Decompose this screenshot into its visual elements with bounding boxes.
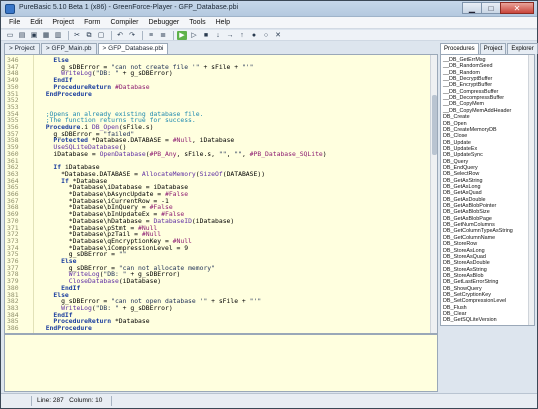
kill-icon[interactable]: ✕	[273, 31, 283, 40]
toolbar-separator	[173, 30, 174, 40]
new-file-icon[interactable]: ▭	[5, 31, 15, 40]
status-separator	[111, 396, 112, 406]
redo-icon[interactable]: ↷	[127, 31, 137, 40]
code-editor[interactable]: 346 Else 347 g_sDBError = "can not create…	[4, 54, 438, 334]
menu-form[interactable]: Form	[79, 19, 105, 26]
maximize-button[interactable]: □	[481, 2, 501, 14]
status-separator	[31, 396, 32, 406]
menu-debugger[interactable]: Debugger	[144, 19, 185, 26]
error-log-pane[interactable]	[4, 334, 438, 392]
menu-file[interactable]: File	[4, 19, 25, 26]
procedure-item[interactable]: DB_GetSQLiteVersion	[443, 317, 497, 324]
toolbar-separator	[142, 30, 143, 40]
tab-procedures[interactable]: Procedures	[440, 43, 479, 54]
run-icon[interactable]: ▷	[189, 31, 199, 40]
comment-icon[interactable]: ≡	[146, 31, 156, 40]
toolbar: ▭ ▤ ▣ ▦ ▥ ✂ ⧉ ▢ ↶ ↷ ≡ ≣ ▶ ▷ ■ ↓ → ↑ ● ○ ✕	[1, 30, 537, 41]
open-file-icon[interactable]: ▤	[17, 31, 27, 40]
cut-icon[interactable]: ✂	[72, 31, 82, 40]
copy-icon[interactable]: ⧉	[84, 31, 94, 40]
tab-gfp-database[interactable]: > GFP_Database.pbi	[97, 43, 169, 54]
editor-scrollbar[interactable]	[430, 55, 437, 333]
step-out-icon[interactable]: ↑	[237, 31, 247, 40]
stop-icon[interactable]: ■	[201, 31, 211, 40]
purebasic-app-icon	[5, 4, 15, 14]
undo-icon[interactable]: ↶	[115, 31, 125, 40]
toolbar-separator	[68, 30, 69, 40]
menu-edit[interactable]: Edit	[25, 19, 47, 26]
editor-scroll-thumb[interactable]	[432, 95, 437, 155]
uncomment-icon[interactable]: ≣	[158, 31, 168, 40]
window-title: PureBasic 5.10 Beta 1 (x86) - GreenForce…	[19, 4, 239, 11]
menu-compiler[interactable]: Compiler	[105, 19, 143, 26]
tab-project[interactable]: > Project	[4, 43, 40, 54]
close-file-icon[interactable]: ▥	[53, 31, 63, 40]
title-bar: PureBasic 5.10 Beta 1 (x86) - GreenForce…	[1, 1, 537, 17]
minimize-button[interactable]: ▁	[462, 2, 482, 14]
save-icon[interactable]: ▣	[29, 31, 39, 40]
code-line: 386 EndProcedure	[5, 324, 437, 332]
menu-project[interactable]: Project	[47, 19, 79, 26]
status-column: Column: 10	[69, 397, 103, 404]
step-icon[interactable]: ↓	[213, 31, 223, 40]
tab-gfp-main[interactable]: > GFP_Main.pb	[40, 43, 97, 54]
status-bar: Line: 287 Column: 10	[1, 393, 537, 408]
step-over-icon[interactable]: →	[225, 31, 235, 40]
menu-help[interactable]: Help	[211, 19, 235, 26]
side-panel-tabs: Procedures Project Explorer	[440, 43, 538, 54]
paste-icon[interactable]: ▢	[96, 31, 106, 40]
save-all-icon[interactable]: ▦	[41, 31, 51, 40]
tab-explorer[interactable]: Explorer	[507, 43, 538, 54]
clear-breakpoints-icon[interactable]: ○	[261, 31, 271, 40]
ide-window: PureBasic 5.10 Beta 1 (x86) - GreenForce…	[0, 0, 538, 409]
menu-bar: File Edit Project Form Compiler Debugger…	[1, 17, 537, 29]
line-number: 386	[7, 324, 19, 332]
code-text: EndProcedure	[45, 324, 92, 332]
procedure-browser: __DB_GetErrMsg __DB_RandomSeed __DB_Random…	[440, 54, 535, 326]
menu-tools[interactable]: Tools	[184, 19, 210, 26]
status-line: Line: 287	[37, 397, 64, 404]
close-window-button[interactable]: ✕	[500, 2, 534, 14]
file-tabs: > Project > GFP_Main.pb > GFP_Database.p…	[4, 43, 169, 54]
tab-side-project[interactable]: Project	[479, 43, 507, 54]
compile-run-icon[interactable]: ▶	[177, 30, 187, 40]
toolbar-separator	[111, 30, 112, 40]
status-line-column: Line: 287 Column: 10	[37, 397, 102, 404]
window-controls: ▁ □ ✕	[462, 2, 534, 14]
procedure-scrollbar[interactable]	[528, 55, 534, 325]
breakpoint-icon[interactable]: ●	[249, 31, 259, 40]
